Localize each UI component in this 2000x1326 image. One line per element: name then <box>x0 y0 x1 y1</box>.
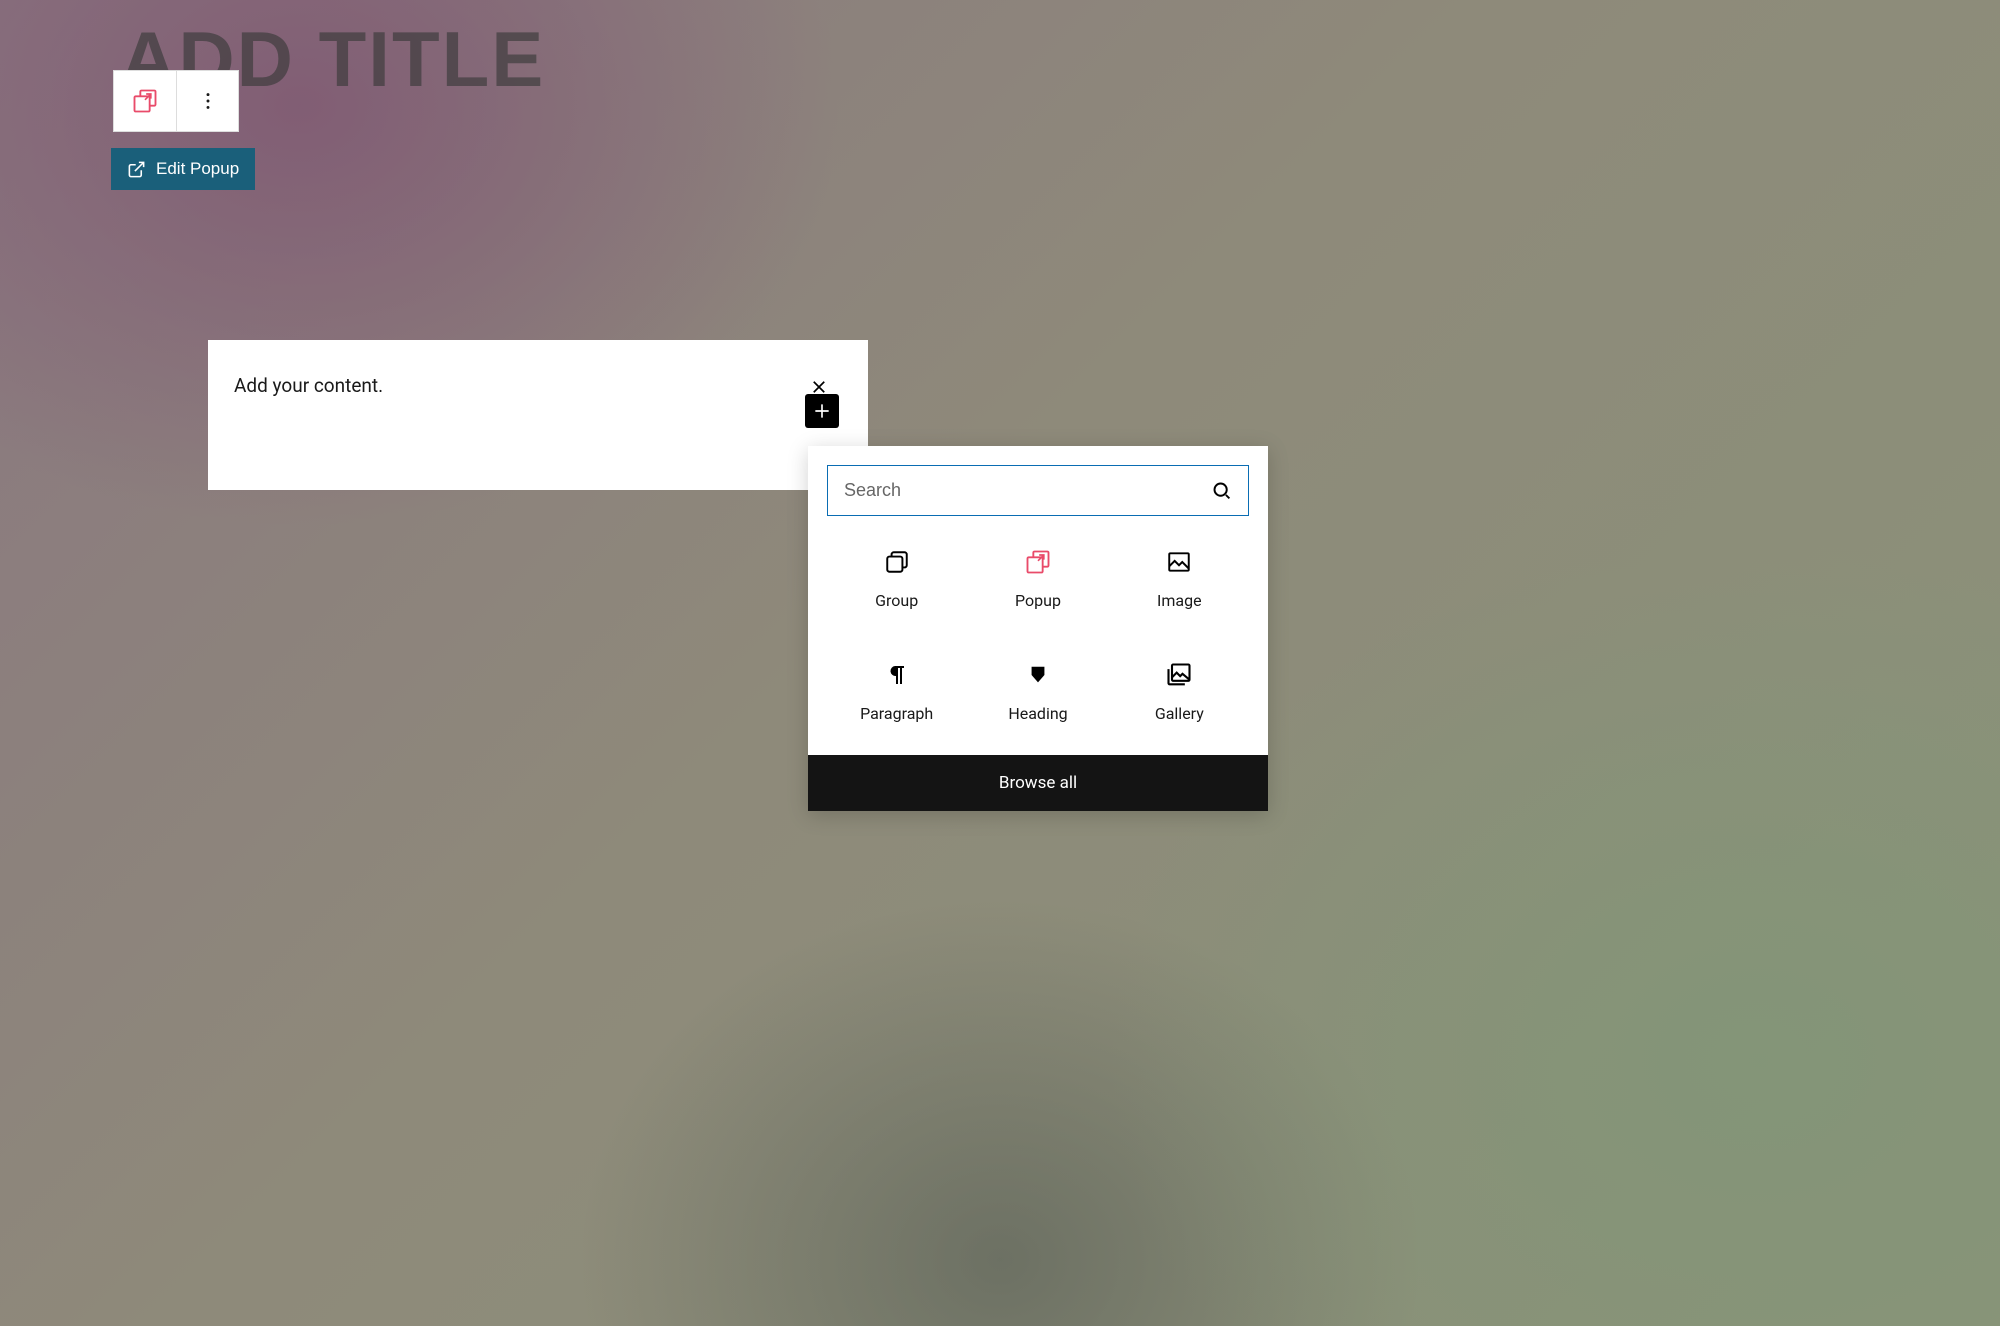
inserter-item-popup[interactable]: Popup <box>967 539 1108 618</box>
popup-icon <box>1023 547 1053 577</box>
inserter-item-label: Popup <box>1015 591 1061 610</box>
inserter-item-paragraph[interactable]: Paragraph <box>826 652 967 731</box>
popup-icon <box>131 87 159 115</box>
inserter-item-label: Paragraph <box>860 704 933 723</box>
editor-canvas: ADD TITLE <box>0 0 2000 1326</box>
inserter-item-label: Heading <box>1008 704 1067 723</box>
more-options-button[interactable] <box>176 71 238 131</box>
block-toolbar <box>113 70 239 132</box>
content-placeholder-text: Add your content. <box>234 374 842 397</box>
inserter-item-label: Group <box>875 591 918 610</box>
heading-icon <box>1023 660 1053 690</box>
content-placeholder-block[interactable]: Add your content. <box>208 340 868 490</box>
block-inserter-panel: Group Popup <box>808 446 1268 811</box>
inserter-item-label: Gallery <box>1155 704 1204 723</box>
edit-popup-button[interactable]: Edit Popup <box>111 148 255 190</box>
group-icon <box>882 547 912 577</box>
paragraph-icon <box>882 660 912 690</box>
inserter-item-heading[interactable]: Heading <box>967 652 1108 731</box>
browse-all-label: Browse all <box>999 773 1077 793</box>
browse-all-button[interactable]: Browse all <box>808 755 1268 811</box>
inserter-search <box>808 446 1268 535</box>
inserter-item-group[interactable]: Group <box>826 539 967 618</box>
image-icon <box>1164 547 1194 577</box>
popup-block-icon-button[interactable] <box>114 71 176 131</box>
search-input[interactable] <box>844 480 1201 501</box>
inserter-search-field-wrap[interactable] <box>827 465 1249 516</box>
inserter-grid: Group Popup <box>808 535 1268 755</box>
inserter-item-gallery[interactable]: Gallery <box>1109 652 1250 731</box>
inserter-item-image[interactable]: Image <box>1109 539 1250 618</box>
inserter-item-label: Image <box>1157 591 1202 610</box>
search-icon <box>1211 480 1232 501</box>
edit-popup-label: Edit Popup <box>156 159 239 179</box>
add-block-button[interactable] <box>805 394 839 428</box>
external-link-icon <box>127 160 146 179</box>
plus-icon <box>812 401 832 421</box>
more-vertical-icon <box>197 90 219 112</box>
gallery-icon <box>1164 660 1194 690</box>
